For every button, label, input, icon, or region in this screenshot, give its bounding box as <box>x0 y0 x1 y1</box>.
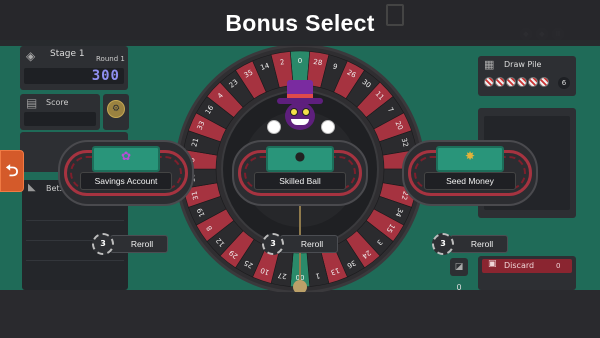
deck-icon: ▦ <box>484 58 495 71</box>
pile-ball <box>484 77 494 87</box>
glove-icon <box>267 120 281 134</box>
score-label: Score <box>46 98 69 107</box>
reroll-control-1: Reroll 3 <box>92 233 168 255</box>
reroll-control-3: Reroll 3 <box>432 233 508 255</box>
discard-panel: Discard ▣ 0 <box>478 256 576 290</box>
pile-ball <box>495 77 505 87</box>
gem-icon: ◈ <box>26 49 36 63</box>
bonus-name: Savings Account <box>80 172 172 190</box>
draw-pile-panel: ▦ Draw Pile 6 <box>478 56 576 96</box>
eye-icon <box>290 108 298 116</box>
stage-panel: ◈ Stage 1 Round 1 300 <box>20 46 128 90</box>
chip-icon: ◣ <box>28 182 36 193</box>
score-value <box>24 112 96 126</box>
bonus-select-banner: Bonus Select <box>0 0 600 46</box>
exit-tab-button[interactable]: ⮌ <box>0 150 24 192</box>
bonus-card-savings-account[interactable]: ✿ Savings Account <box>58 140 194 210</box>
wheel-number: 27 <box>277 271 287 280</box>
pile-ball <box>517 77 527 87</box>
game-scene: ◆ ◆ II ◈ Stage 1 Round 1 300 ▤ Score ⚙ ●… <box>0 0 600 338</box>
trash-icon: ▣ <box>488 259 497 269</box>
glove-icon <box>321 120 335 134</box>
bonus-card-skilled-ball[interactable]: ● Skilled Ball <box>232 140 368 210</box>
wheel-number: 0 <box>298 57 302 65</box>
coin-icon: ⚙ <box>107 100 125 118</box>
round-label: Round 1 <box>96 55 125 63</box>
wheel-number: 28 <box>313 58 323 67</box>
pile-ball <box>528 77 538 87</box>
eye-icon <box>302 108 310 116</box>
modifier-icon[interactable]: ◪ <box>450 258 468 276</box>
draw-pile-count: 6 <box>558 77 570 89</box>
coin-panel[interactable]: ⚙ <box>103 94 129 130</box>
money-bag-icon: ✸ <box>464 149 476 163</box>
ball-icon: ● <box>294 149 306 163</box>
reroll-cost-badge: 3 <box>262 233 284 255</box>
dealer-face <box>285 102 315 130</box>
left-counter: 0 <box>456 283 462 292</box>
bonus-name: Seed Money <box>424 172 516 190</box>
discard-count: 0 <box>556 262 561 270</box>
bottom-banner-strip <box>0 292 600 338</box>
bet-row-divider <box>26 220 124 221</box>
draw-pile-balls <box>484 77 549 87</box>
piggy-bank-icon: ✿ <box>120 149 132 163</box>
bonus-name: Skilled Ball <box>254 172 346 190</box>
reroll-button[interactable]: Reroll <box>450 235 508 253</box>
banner-title: Bonus Select <box>225 9 375 36</box>
stage-label: Stage 1 <box>50 49 85 59</box>
reroll-cost-badge: 3 <box>92 233 114 255</box>
scroll-icon: ▤ <box>26 96 38 110</box>
bet-row-divider <box>26 260 124 261</box>
lock-icon <box>386 4 404 26</box>
round-target-display: 300 <box>24 68 124 84</box>
exit-icon: ⮌ <box>5 161 19 180</box>
reroll-button[interactable]: Reroll <box>110 235 168 253</box>
pile-ball <box>506 77 516 87</box>
bonus-card-seed-money[interactable]: ✸ Seed Money <box>402 140 538 210</box>
reroll-control-2: Reroll 3 <box>262 233 338 255</box>
reroll-button[interactable]: Reroll <box>280 235 338 253</box>
pile-ball <box>539 77 549 87</box>
score-panel: ▤ Score <box>20 94 100 130</box>
reroll-cost-badge: 3 <box>432 233 454 255</box>
grin-icon <box>291 119 309 125</box>
draw-pile-label: Draw Pile <box>504 60 542 69</box>
